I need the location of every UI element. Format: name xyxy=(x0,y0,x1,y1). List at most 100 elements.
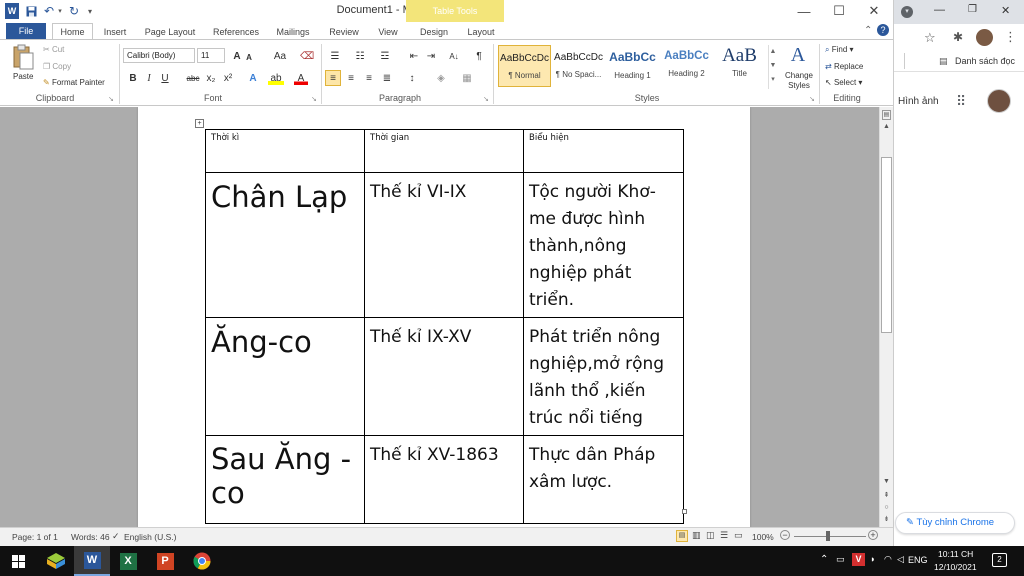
google-account-avatar[interactable] xyxy=(987,89,1011,113)
show-hidden-icons[interactable]: ⌃ xyxy=(820,554,828,565)
word-count[interactable]: Words: 46 xyxy=(71,532,110,542)
justify-icon[interactable]: ≣ xyxy=(380,71,394,85)
antivirus-icon[interactable]: V xyxy=(852,553,865,566)
previous-page-icon[interactable]: ⇞ xyxy=(881,491,892,499)
style-title[interactable]: AaB Title xyxy=(713,45,766,87)
table-cell-period[interactable]: Chân Lạp xyxy=(205,172,365,318)
table-cell-detail[interactable]: Thực dân Pháp xâm lược. xyxy=(523,435,684,524)
history-table[interactable]: Thời kì Thời gian Biểu hiện Chân Lạp Thế… xyxy=(205,129,684,524)
zoom-in-icon[interactable]: + xyxy=(868,530,878,540)
decrease-indent-icon[interactable]: ⇤ xyxy=(407,49,421,63)
clipboard-launcher-icon[interactable]: ↘ xyxy=(108,95,114,103)
paragraph-launcher-icon[interactable]: ↘ xyxy=(483,95,489,103)
chrome-minimize-button[interactable]: — xyxy=(934,4,945,16)
change-case-button[interactable]: Aa xyxy=(271,49,289,63)
multilevel-list-icon[interactable]: ☲ xyxy=(377,49,393,63)
chrome-close-button[interactable]: ✕ xyxy=(1001,4,1010,17)
language-indicator[interactable]: English (U.S.) xyxy=(124,532,176,542)
start-windows-icon[interactable] xyxy=(0,546,36,576)
font-size-combo[interactable]: 11 xyxy=(197,48,225,63)
tab-file[interactable]: File xyxy=(6,23,46,40)
align-left-icon[interactable]: ≡ xyxy=(325,70,341,86)
table-move-handle-icon[interactable]: + xyxy=(195,119,204,128)
subscript-button[interactable]: x₂ xyxy=(204,71,218,85)
table-cell-detail[interactable]: Phát triển nông nghiệp,mở rộng lãnh thổ … xyxy=(523,317,684,436)
numbering-icon[interactable]: ☷ xyxy=(352,49,368,63)
action-center-icon[interactable]: 2 xyxy=(992,553,1007,567)
tab-review[interactable]: Review xyxy=(323,24,365,40)
cut-button[interactable]: ✂ Cut xyxy=(43,45,64,54)
font-name-combo[interactable]: Calibri (Body) xyxy=(123,48,195,63)
superscript-button[interactable]: x² xyxy=(221,71,235,85)
grow-font-button[interactable]: A xyxy=(231,49,243,63)
shrink-font-button[interactable]: A xyxy=(244,50,254,64)
ruler-toggle-icon[interactable]: ▤ xyxy=(882,110,891,120)
outline-view-icon[interactable]: ☰ xyxy=(720,530,728,541)
table-cell-time[interactable]: Thế kỉ VI-IX xyxy=(364,172,524,318)
header-cell-period[interactable]: Thời kì xyxy=(205,129,365,173)
font-color-button[interactable]: A xyxy=(294,71,308,85)
tab-page-layout[interactable]: Page Layout xyxy=(139,24,201,40)
clock-time[interactable]: 10:11 CH xyxy=(938,549,973,559)
minimize-ribbon-icon[interactable]: ⌃ xyxy=(864,25,872,36)
bookmark-star-icon[interactable]: ☆ xyxy=(924,30,936,46)
scroll-down-icon[interactable]: ▼ xyxy=(881,478,892,485)
tab-insert[interactable]: Insert xyxy=(97,24,133,40)
copy-button[interactable]: ❐ Copy xyxy=(43,62,71,71)
header-cell-time[interactable]: Thời gian xyxy=(364,129,524,173)
excel-taskbar-icon[interactable]: X xyxy=(110,546,146,576)
chrome-menu-icon[interactable]: ⋮ xyxy=(1004,29,1017,45)
align-center-icon[interactable]: ≡ xyxy=(344,71,358,85)
format-painter-button[interactable]: ✎ Format Painter xyxy=(43,78,105,87)
style-no-spacing[interactable]: AaBbCcDc ¶ No Spaci... xyxy=(552,45,605,87)
maximize-button[interactable]: ☐ xyxy=(822,0,856,22)
sort-button[interactable]: A↓ xyxy=(446,49,462,63)
tab-layout[interactable]: Layout xyxy=(461,24,501,40)
clear-formatting-icon[interactable]: ⌫ xyxy=(300,49,314,63)
line-spacing-icon[interactable]: ↕ xyxy=(404,71,420,85)
next-page-icon[interactable]: ⇟ xyxy=(881,515,892,523)
zoom-level[interactable]: 100% xyxy=(752,532,774,542)
styles-launcher-icon[interactable]: ↘ xyxy=(809,95,815,103)
page-count[interactable]: Page: 1 of 1 xyxy=(12,532,58,542)
browse-object-icon[interactable]: ○ xyxy=(881,504,892,511)
paste-button[interactable]: Paste xyxy=(13,72,33,81)
full-screen-view-icon[interactable]: ▥ xyxy=(692,530,701,541)
strikethrough-button[interactable]: abc xyxy=(185,71,201,85)
replace-button[interactable]: ⇄ Replace xyxy=(825,62,863,71)
shading-icon[interactable]: ◈ xyxy=(434,71,448,85)
zoom-out-icon[interactable]: − xyxy=(780,530,790,540)
close-button[interactable]: ✕ xyxy=(857,0,891,22)
table-cell-time[interactable]: Thế kỉ IX-XV xyxy=(364,317,524,436)
google-apps-icon[interactable]: ⠿ xyxy=(956,93,966,110)
chrome-taskbar-icon[interactable] xyxy=(184,546,220,576)
borders-icon[interactable]: ▦ xyxy=(460,71,474,85)
battery-icon[interactable]: ▭ xyxy=(836,554,845,565)
find-button[interactable]: ⌕ Find ▾ xyxy=(825,45,854,55)
vertical-scrollbar[interactable]: ▤ ▲ ▼ ⇞ ○ ⇟ xyxy=(879,107,893,527)
network-icon[interactable]: ◗ xyxy=(870,554,875,564)
clock-date[interactable]: 12/10/2021 xyxy=(934,562,977,572)
wifi-icon[interactable]: ◠ xyxy=(884,554,892,565)
images-link[interactable]: Hình ảnh xyxy=(898,96,939,107)
draft-view-icon[interactable]: ▭ xyxy=(734,530,743,541)
chrome-tab-menu-icon[interactable]: ▾ xyxy=(901,6,913,18)
underline-button[interactable]: U xyxy=(158,71,172,85)
tab-view[interactable]: View xyxy=(371,24,405,40)
tab-design[interactable]: Design xyxy=(414,24,454,40)
scroll-up-icon[interactable]: ▲ xyxy=(881,123,892,130)
tab-mailings[interactable]: Mailings xyxy=(270,24,316,40)
table-cell-period[interactable]: Ăng-co xyxy=(205,317,365,436)
bluestacks-icon[interactable] xyxy=(38,546,74,576)
table-resize-handle[interactable] xyxy=(682,509,687,514)
header-cell-detail[interactable]: Biểu hiện xyxy=(523,129,684,173)
profile-avatar[interactable] xyxy=(976,29,993,46)
style-normal[interactable]: AaBbCcDc ¶ Normal xyxy=(498,45,551,87)
powerpoint-taskbar-icon[interactable]: P xyxy=(147,546,183,576)
paste-icon[interactable] xyxy=(12,44,34,70)
scrollbar-thumb[interactable] xyxy=(881,157,892,333)
help-icon[interactable]: ? xyxy=(877,24,889,36)
print-layout-view-icon[interactable]: ▤ xyxy=(676,530,688,542)
italic-button[interactable]: I xyxy=(143,71,155,85)
customize-chrome-button[interactable]: ✎ Tùy chỉnh Chrome xyxy=(895,512,1015,534)
